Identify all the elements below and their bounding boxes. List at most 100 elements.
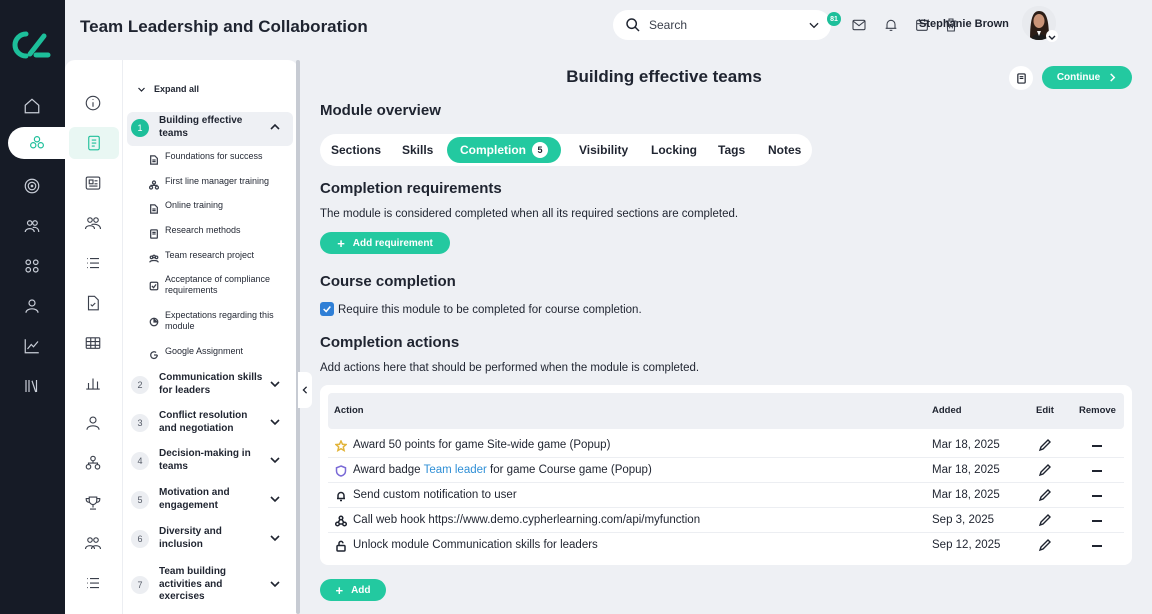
section-item[interactable]: Research methods [149,225,289,239]
pencil-icon[interactable] [1038,538,1052,552]
outline-book-icon[interactable] [69,127,119,159]
chevron-down-icon[interactable] [269,532,281,544]
notebook-icon [1016,72,1026,84]
table-row: Call web hook https://www.demo.cypherlea… [328,508,1124,533]
table-row: Award badge Team leader for game Course … [328,458,1124,483]
groups-icon[interactable] [20,214,44,238]
bell-icon [335,489,347,502]
require-completion-checkbox[interactable] [320,302,334,316]
section-item[interactable]: Google Assignment [149,346,289,359]
analytics-icon[interactable] [20,334,44,358]
app-title: Team Leadership and Collaboration [80,17,368,36]
tab-skills[interactable]: Skills [402,134,433,166]
menu-list-icon[interactable] [84,574,102,592]
checkbox-icon [149,278,159,291]
completion-requirements-heading: Completion requirements [320,180,502,197]
chevron-down-icon[interactable] [269,454,281,466]
user-menu-chevron[interactable] [1046,30,1058,42]
pencil-icon[interactable] [1038,463,1052,477]
search-input[interactable]: Search [613,10,831,40]
pencil-icon[interactable] [1038,513,1052,527]
info-icon[interactable] [84,94,102,112]
remove-button[interactable] [1092,470,1102,472]
user-name[interactable]: Stephanie Brown [919,18,1009,30]
tab-visibility[interactable]: Visibility [579,134,628,166]
trophy-icon[interactable] [84,494,102,512]
file-check-icon[interactable] [84,294,102,312]
section-item[interactable]: Team research project [149,250,289,263]
table-icon[interactable] [84,334,102,352]
badge-link[interactable]: Team leader [424,464,487,476]
app-logo[interactable] [12,30,52,60]
chevron-right-icon [1110,73,1116,82]
add-requirement-button[interactable]: + Add requirement [320,232,450,254]
require-completion-label[interactable]: Require this module to be completed for … [338,304,642,316]
bar-chart-icon[interactable] [84,374,102,392]
module-overview-heading: Module overview [320,102,441,119]
bell-icon[interactable] [883,17,899,33]
tab-tags[interactable]: Tags [718,134,745,166]
user-icon[interactable] [20,294,44,318]
users-icon[interactable] [84,534,102,552]
add-action-label: Add [351,584,371,596]
chevron-down-icon[interactable] [269,378,281,390]
unlock-icon [335,539,347,552]
pencil-icon[interactable] [1038,438,1052,452]
column-edit: Edit [1036,405,1054,416]
table-row: Unlock module Communication skills for l… [328,533,1124,558]
section-item[interactable]: Expectations regarding this module [149,310,289,332]
remove-button[interactable] [1092,495,1102,497]
outline-scrollbar[interactable] [296,60,300,614]
chevron-down-icon[interactable] [269,578,281,590]
people-icon[interactable] [84,214,102,232]
tab-locking[interactable]: Locking [651,134,697,166]
added-date: Mar 18, 2025 [932,464,1000,476]
search-placeholder: Search [649,18,688,32]
section-item[interactable]: Acceptance of compliance requirements [149,274,289,296]
target-icon[interactable] [20,174,44,198]
section-item[interactable]: First line manager training [148,176,289,190]
remove-button[interactable] [1092,445,1102,447]
added-date: Mar 18, 2025 [932,489,1000,501]
continue-button[interactable]: Continue [1042,66,1132,89]
module-number: 7 [131,576,149,594]
section-label: First line manager training [165,176,270,186]
column-added[interactable]: Added [932,405,962,416]
notes-button[interactable] [1009,66,1033,90]
section-item[interactable]: Online training [149,200,289,214]
home-icon[interactable] [20,94,44,118]
tab-completion[interactable]: Completion 5 [447,137,561,163]
action-text: Call web hook https://www.demo.cypherlea… [353,514,701,526]
courses-icon[interactable] [8,127,65,159]
module-title: Team building activities and exercises [159,566,227,602]
section-label: Acceptance of compliance requirements [165,274,271,295]
add-action-button[interactable]: + Add [320,579,386,601]
apps-icon[interactable] [20,254,44,278]
remove-button[interactable] [1092,545,1102,547]
chevron-up-icon[interactable] [269,121,281,133]
chevron-left-icon [302,386,308,394]
page-title: Building effective teams [566,67,762,86]
expand-all-button[interactable]: Expand all [137,84,199,94]
module-number: 5 [131,491,149,509]
chevron-down-icon[interactable] [269,416,281,428]
pencil-icon[interactable] [1038,488,1052,502]
person-icon[interactable] [84,414,102,432]
section-item[interactable]: Foundations for success [149,151,289,165]
section-label: Foundations for success [165,151,263,161]
chevron-down-icon[interactable] [269,493,281,505]
module-number: 2 [131,376,149,394]
chevron-down-icon[interactable] [807,18,821,32]
section-label: Online training [165,200,224,210]
tab-notes[interactable]: Notes [768,134,801,166]
action-text: Award badge Team leader for game Course … [353,464,652,476]
tab-sections[interactable]: Sections [331,134,381,166]
remove-button[interactable] [1092,520,1102,522]
library-icon[interactable] [20,374,44,398]
list-icon[interactable] [84,254,102,272]
mail-icon[interactable] [851,17,867,33]
collapse-panel-button[interactable] [298,372,312,408]
newspaper-icon[interactable] [84,174,102,192]
org-chart-icon[interactable] [84,454,102,472]
plus-icon: + [337,235,345,251]
